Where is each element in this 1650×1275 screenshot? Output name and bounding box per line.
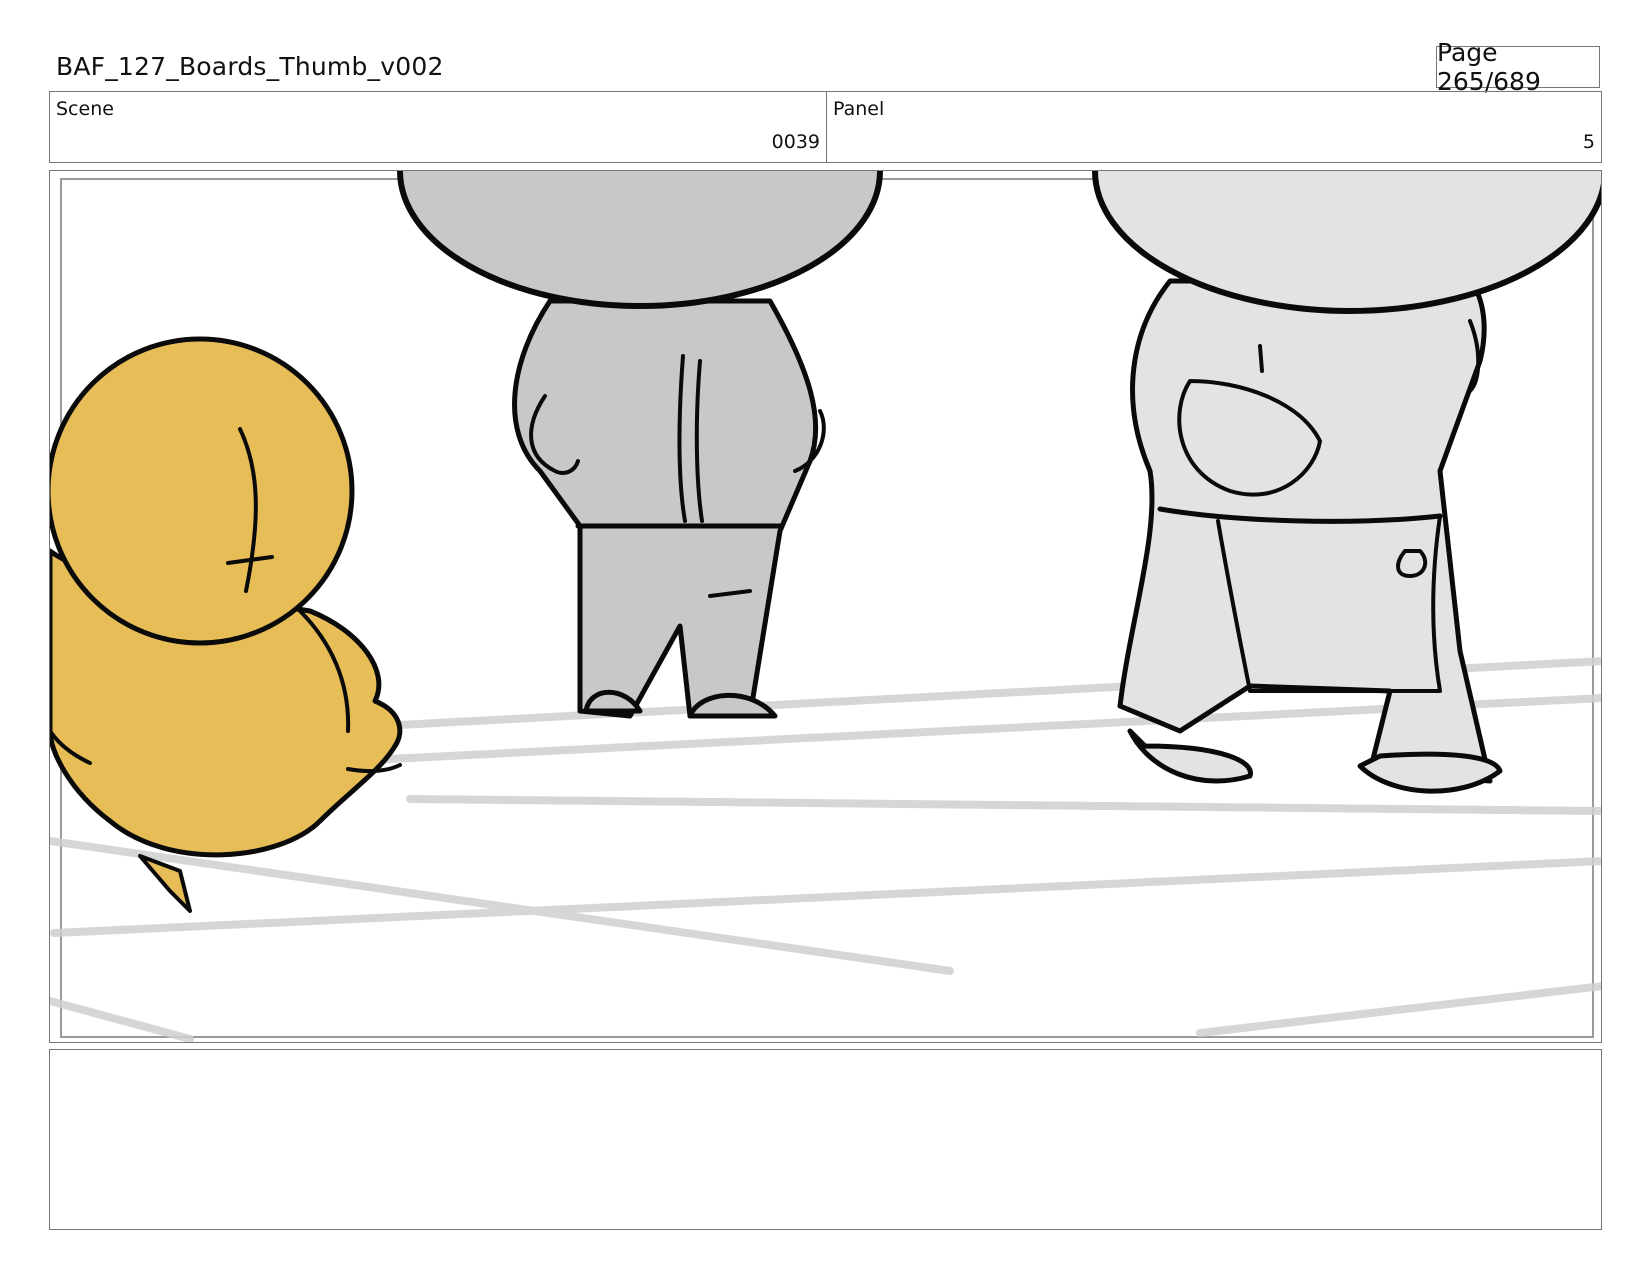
yellow-character [50, 336, 403, 913]
panel-value: 5 [1582, 131, 1595, 153]
scene-label: Scene [56, 98, 114, 120]
panel-cell: Panel 5 [827, 92, 1601, 162]
storyboard-drawing [50, 171, 1601, 1042]
scene-panel-info-row: Scene 0039 Panel 5 [49, 91, 1602, 163]
panel-label: Panel [833, 98, 885, 120]
notes-area [49, 1049, 1602, 1230]
scene-cell: Scene 0039 [50, 92, 827, 162]
document-title: BAF_127_Boards_Thumb_v002 [56, 52, 444, 81]
storyboard-frame [49, 170, 1602, 1043]
gray-character-center [397, 171, 883, 719]
page-indicator-text: Page 265/689 [1437, 38, 1541, 96]
page-indicator: Page 265/689 [1436, 38, 1600, 96]
scene-value: 0039 [771, 131, 820, 153]
